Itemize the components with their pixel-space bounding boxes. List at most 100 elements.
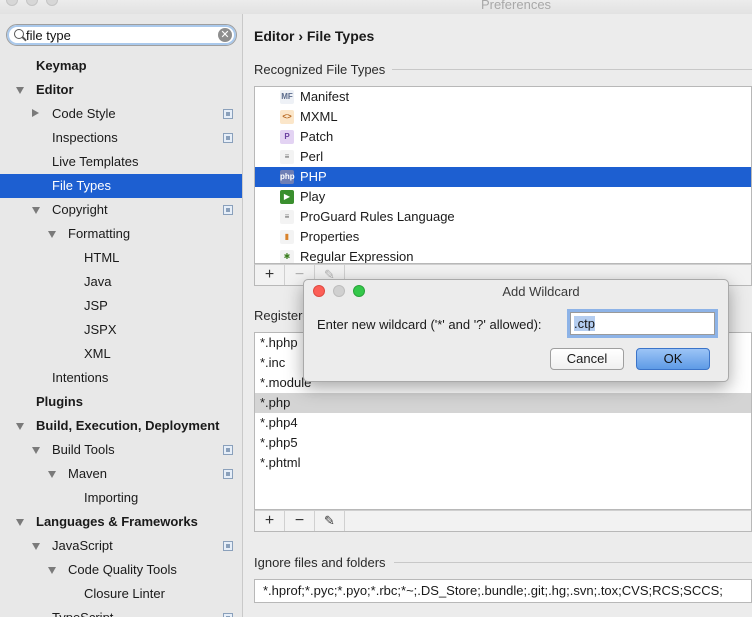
file-type-row[interactable]: php PHP [255, 167, 751, 187]
sidebar-item[interactable]: JavaScript [0, 534, 242, 558]
expand-arrow-icon[interactable] [48, 471, 56, 478]
clear-search-icon[interactable]: ✕ [218, 28, 232, 42]
expand-arrow-icon[interactable] [32, 207, 40, 214]
sidebar-item[interactable]: Build, Execution, Deployment [0, 414, 242, 438]
project-scope-icon [223, 133, 233, 143]
wildcard-prompt: Enter new wildcard ('*' and '?' allowed)… [317, 317, 542, 332]
expand-arrow-icon[interactable] [32, 543, 40, 550]
sidebar-item-label: XML [84, 346, 111, 361]
cancel-button[interactable]: Cancel [550, 348, 624, 370]
pattern-row[interactable]: *.phtml [255, 453, 751, 473]
sidebar-item[interactable]: Code Quality Tools [0, 558, 242, 582]
sidebar-item-label: Importing [84, 490, 139, 505]
dialog-title: Add Wildcard [502, 284, 580, 299]
sidebar-item-label: File Types [52, 178, 112, 193]
php-icon: php [280, 170, 295, 184]
regex-icon: ✱ [280, 250, 294, 263]
file-type-row[interactable]: ▶ Play [255, 187, 751, 207]
search-box[interactable]: ✕ [6, 24, 237, 46]
play-icon: ▶ [280, 190, 294, 204]
file-type-row[interactable]: P Patch [255, 127, 751, 147]
sidebar-item-label: Keymap [36, 58, 87, 73]
sidebar-item[interactable]: File Types [0, 174, 242, 198]
project-scope-icon [223, 445, 233, 455]
file-type-label: Patch [300, 129, 334, 144]
patch-icon: P [280, 130, 294, 144]
file-type-row[interactable]: ≡ ProGuard Rules Language [255, 207, 751, 227]
sidebar-item[interactable]: JSPX [0, 318, 242, 342]
properties-icon: ▮ [280, 230, 294, 244]
sidebar-item-label: Build, Execution, Deployment [36, 418, 220, 433]
sidebar-item-label: JSP [84, 298, 108, 313]
collapse-arrow-icon[interactable] [32, 109, 39, 117]
sidebar-item[interactable]: Copyright [0, 198, 242, 222]
remove-pattern-button[interactable]: − [285, 511, 315, 531]
sidebar-item[interactable]: Inspections [0, 126, 242, 150]
pattern-row[interactable]: *.php4 [255, 413, 751, 433]
project-scope-icon [223, 469, 233, 479]
sidebar-item-label: Closure Linter [84, 586, 165, 601]
sidebar-item[interactable]: Editor [0, 78, 242, 102]
add-file-type-button[interactable]: + [255, 265, 285, 285]
add-wildcard-dialog: Add Wildcard Enter new wildcard ('*' and… [303, 279, 729, 382]
sidebar-item[interactable]: XML [0, 342, 242, 366]
sidebar-item-label: Live Templates [52, 154, 139, 169]
sidebar-item[interactable]: Maven [0, 462, 242, 486]
pattern-row[interactable]: *.php5 [255, 433, 751, 453]
ignore-files-field[interactable]: *.hprof;*.pyc;*.pyo;*.rbc;*~;.DS_Store;.… [254, 579, 752, 603]
edit-pattern-button[interactable]: ✎ [315, 511, 345, 531]
project-scope-icon [223, 109, 233, 119]
sidebar-item-label: Copyright [52, 202, 108, 217]
sidebar-item[interactable]: JSP [0, 294, 242, 318]
search-icon [14, 29, 24, 39]
sidebar-item[interactable]: HTML [0, 246, 242, 270]
divider [392, 69, 752, 70]
sidebar-item[interactable]: Plugins [0, 390, 242, 414]
file-types-list[interactable]: MF Manifest <> MXML P Patch ≡ Perl php PHP ▶ Play ≡ P… [254, 86, 752, 264]
file-type-row[interactable]: MF Manifest [255, 87, 751, 107]
patterns-toolbar: + − ✎ [254, 510, 752, 532]
file-type-label: Properties [300, 229, 360, 244]
file-type-row[interactable]: ✱ Regular Expression [255, 247, 751, 263]
sidebar-item-label: Code Style [52, 106, 116, 121]
expand-arrow-icon[interactable] [48, 231, 56, 238]
file-type-label: MXML [300, 109, 338, 124]
sidebar-item[interactable]: Importing [0, 486, 242, 510]
file-type-row[interactable]: ▮ Properties [255, 227, 751, 247]
sidebar-item-label: JavaScript [52, 538, 113, 553]
sidebar-item-label: Build Tools [52, 442, 115, 457]
expand-arrow-icon[interactable] [16, 423, 24, 430]
expand-arrow-icon[interactable] [16, 519, 24, 526]
ok-button[interactable]: OK [636, 348, 710, 370]
pattern-row[interactable]: *.php [255, 393, 751, 413]
file-type-row[interactable]: ≡ Perl [255, 147, 751, 167]
sidebar-item-label: HTML [84, 250, 120, 265]
sidebar-item-label: JSPX [84, 322, 117, 337]
sidebar-item[interactable]: Java [0, 270, 242, 294]
sidebar-item-label: TypeScript [52, 606, 113, 617]
sidebar-item[interactable]: Formatting [0, 222, 242, 246]
sidebar-item-label: Formatting [68, 226, 131, 241]
sidebar-item[interactable]: Keymap [0, 54, 242, 78]
wildcard-input-value: .ctp [574, 316, 595, 331]
sidebar-item[interactable]: Intentions [0, 366, 242, 390]
sidebar-item[interactable]: Languages & Frameworks [0, 510, 242, 534]
sidebar-item-label: Plugins [36, 394, 83, 409]
recognized-title: Recognized File Types [254, 62, 386, 77]
add-pattern-button[interactable]: + [255, 511, 285, 531]
file-type-row[interactable]: <> MXML [255, 107, 751, 127]
expand-arrow-icon[interactable] [16, 87, 24, 94]
sidebar-item[interactable]: TypeScript [0, 606, 242, 617]
expand-arrow-icon[interactable] [32, 447, 40, 454]
sidebar-item[interactable]: Code Style [0, 102, 242, 126]
sidebar-item[interactable]: Build Tools [0, 438, 242, 462]
sidebar-item[interactable]: Live Templates [0, 150, 242, 174]
sidebar-item[interactable]: Closure Linter [0, 582, 242, 606]
expand-arrow-icon[interactable] [48, 567, 56, 574]
search-input[interactable] [26, 27, 218, 43]
sidebar-item-label: Code Quality Tools [68, 562, 177, 577]
sidebar-item-label: Editor [36, 82, 74, 97]
manifest-icon: MF [280, 90, 294, 104]
project-scope-icon [223, 541, 233, 551]
wildcard-input[interactable]: .ctp [570, 312, 715, 335]
